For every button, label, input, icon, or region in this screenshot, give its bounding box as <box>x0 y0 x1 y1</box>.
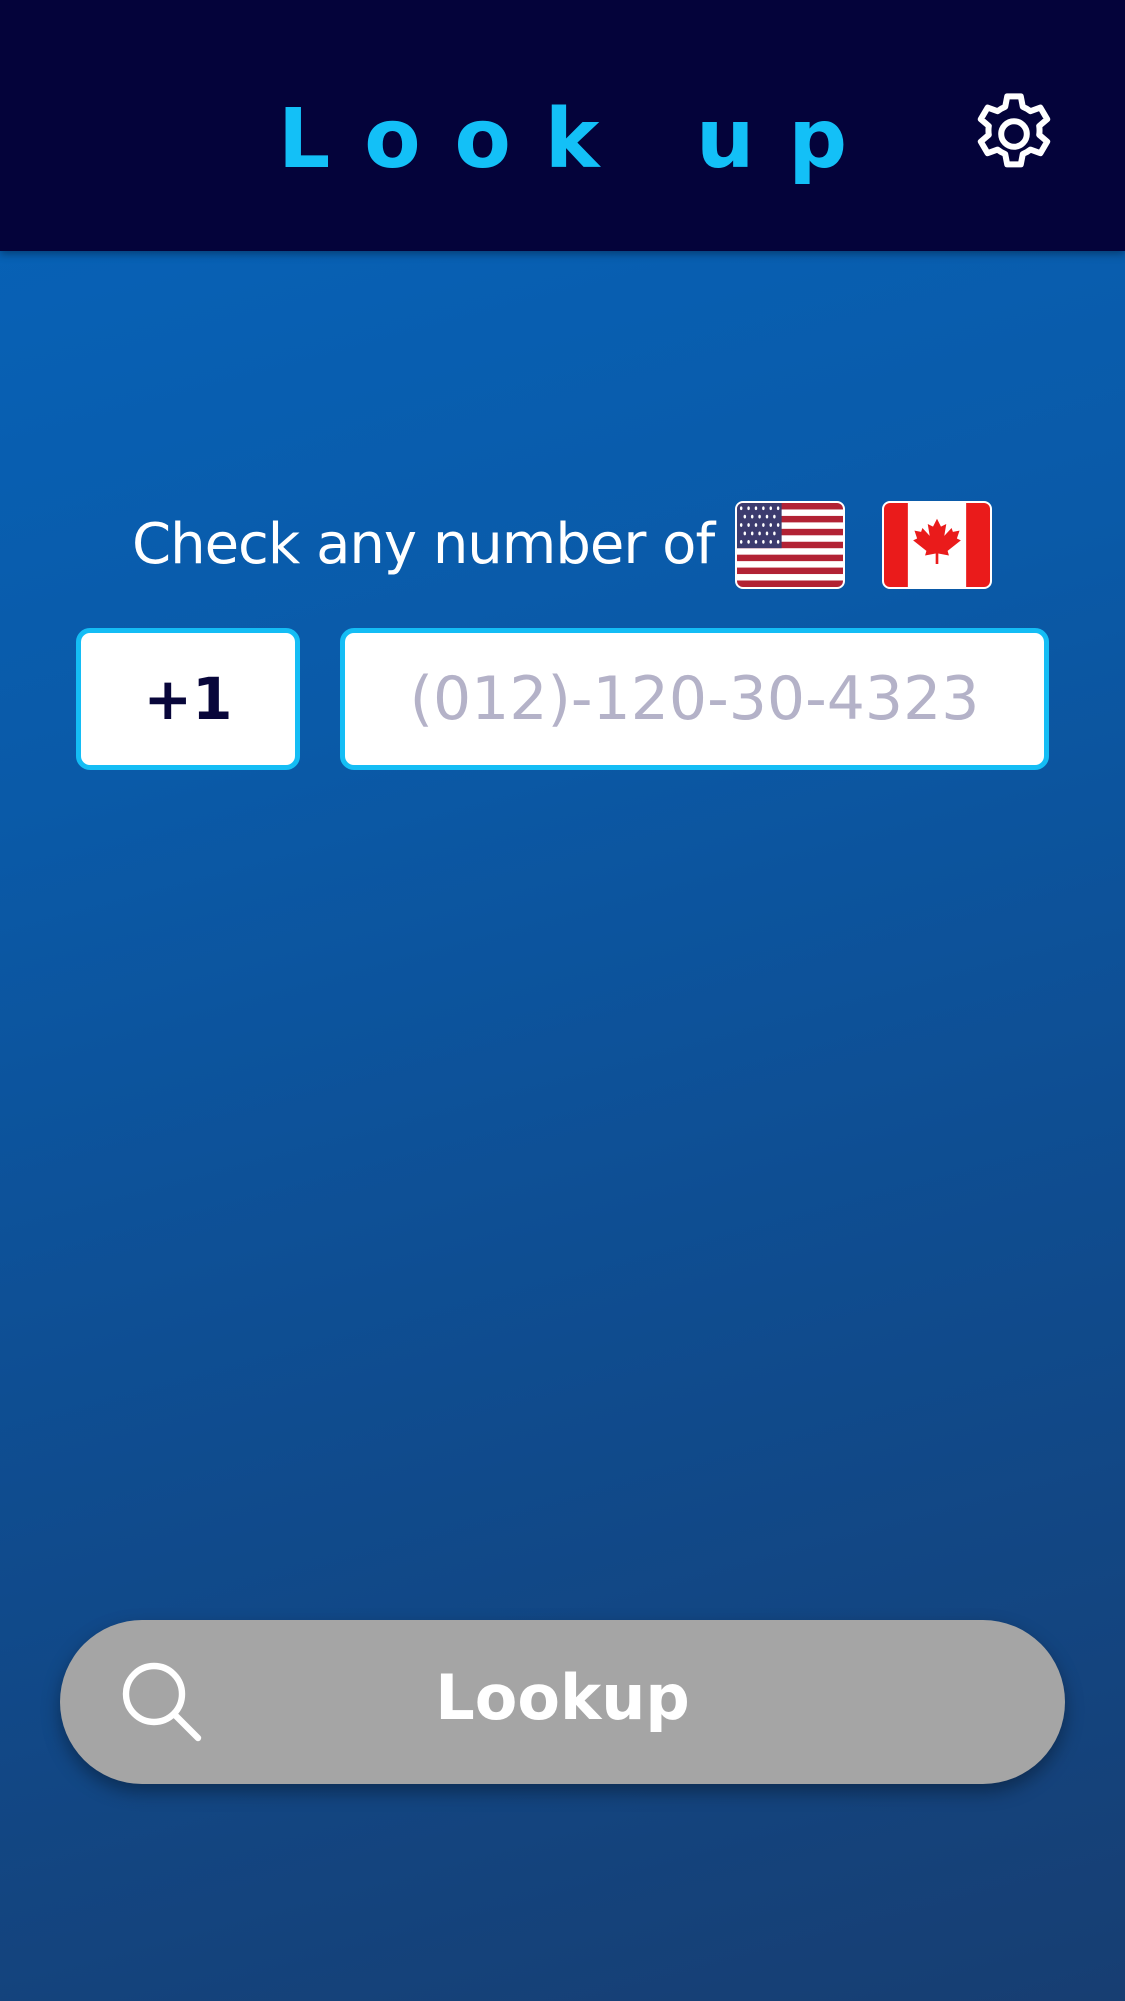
us-flag-icon <box>735 501 845 589</box>
lookup-button-label: Lookup <box>435 1661 690 1734</box>
page-title: Look up <box>277 92 882 187</box>
canada-flag-icon <box>882 501 992 589</box>
settings-button[interactable] <box>966 86 1062 182</box>
app-header: Look up <box>0 0 1125 251</box>
prompt-text: Check any number of <box>132 512 715 577</box>
lookup-button[interactable]: Lookup <box>60 1620 1065 1784</box>
country-code-selector[interactable]: +1 <box>76 628 300 770</box>
country-prompt: Check any number of <box>0 495 1125 595</box>
phone-number-input[interactable] <box>340 628 1049 770</box>
gear-icon <box>977 93 1051 168</box>
